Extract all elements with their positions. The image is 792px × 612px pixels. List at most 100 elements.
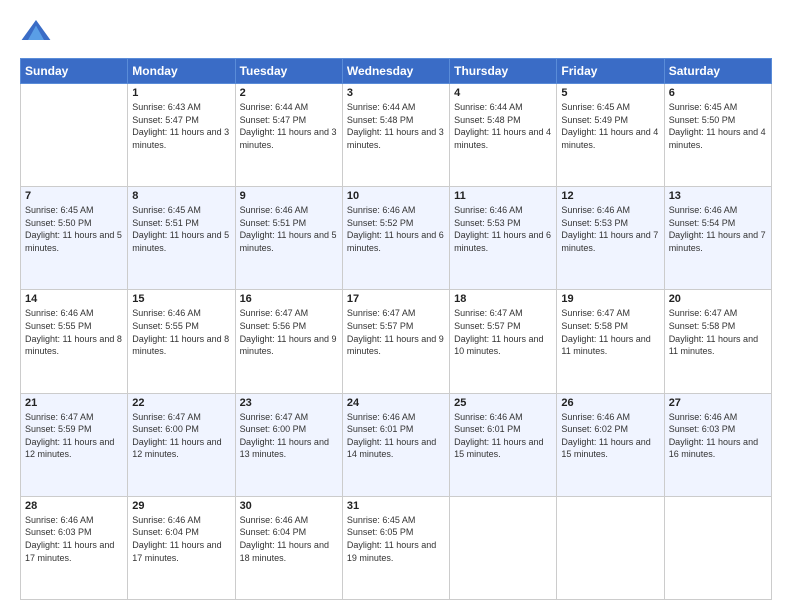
sunrise-text: Sunrise: 6:47 AM: [132, 411, 230, 424]
day-number: 28: [25, 500, 123, 512]
day-number: 27: [669, 397, 767, 409]
sunset-text: Sunset: 6:00 PM: [240, 423, 338, 436]
sunset-text: Sunset: 5:59 PM: [25, 423, 123, 436]
calendar-day-cell: 8Sunrise: 6:45 AMSunset: 5:51 PMDaylight…: [128, 187, 235, 290]
sunrise-text: Sunrise: 6:45 AM: [669, 101, 767, 114]
calendar-day-cell: 28Sunrise: 6:46 AMSunset: 6:03 PMDayligh…: [21, 496, 128, 599]
sunrise-text: Sunrise: 6:46 AM: [669, 204, 767, 217]
sunset-text: Sunset: 6:01 PM: [347, 423, 445, 436]
sunrise-text: Sunrise: 6:46 AM: [561, 204, 659, 217]
sunrise-text: Sunrise: 6:46 AM: [454, 411, 552, 424]
sunset-text: Sunset: 5:47 PM: [240, 114, 338, 127]
sunrise-text: Sunrise: 6:47 AM: [347, 307, 445, 320]
sunset-text: Sunset: 5:51 PM: [240, 217, 338, 230]
sunrise-text: Sunrise: 6:45 AM: [25, 204, 123, 217]
sunset-text: Sunset: 6:03 PM: [25, 526, 123, 539]
sunset-text: Sunset: 5:50 PM: [669, 114, 767, 127]
calendar-day-cell: 5 Sunrise: 6:45 AMSunset: 5:49 PMDaylight…: [557, 84, 664, 187]
sunrise-text: Sunrise: 6:46 AM: [347, 411, 445, 424]
daylight-text: Daylight: 11 hours and 5 minutes.: [25, 229, 123, 254]
sunrise-text: Sunrise: 6:44 AM: [454, 101, 552, 114]
sunset-text: Sunset: 5:55 PM: [132, 320, 230, 333]
sunrise-text: Sunrise: 6:46 AM: [669, 411, 767, 424]
daylight-text: Daylight: 11 hours and 17 minutes.: [25, 539, 123, 564]
day-number: 12: [561, 190, 659, 202]
calendar-day-cell: 20Sunrise: 6:47 AMSunset: 5:58 PMDayligh…: [664, 290, 771, 393]
day-number: 13: [669, 190, 767, 202]
sunrise-text: Sunrise: 6:46 AM: [132, 307, 230, 320]
daylight-text: Daylight: 11 hours and 11 minutes.: [561, 333, 659, 358]
daylight-text: Daylight: 11 hours and 11 minutes.: [669, 333, 767, 358]
day-number: 11: [454, 190, 552, 202]
day-number: 4: [454, 87, 552, 99]
sunset-text: Sunset: 5:49 PM: [561, 114, 659, 127]
sunrise-text: Sunrise: 6:47 AM: [561, 307, 659, 320]
sunrise-text: Sunrise: 6:46 AM: [132, 514, 230, 527]
sunset-text: Sunset: 5:58 PM: [669, 320, 767, 333]
day-info: Sunrise: 6:47 AMSunset: 6:00 PMDaylight:…: [240, 411, 338, 461]
daylight-text: Daylight: 11 hours and 3 minutes.: [347, 126, 445, 151]
calendar-day-cell: 29 Sunrise: 6:46 AMSunset: 6:04 PMDayligh…: [128, 496, 235, 599]
sunrise-text: Sunrise: 6:46 AM: [25, 307, 123, 320]
daylight-text: Daylight: 11 hours and 7 minutes.: [669, 229, 767, 254]
calendar-header-friday: Friday: [557, 59, 664, 84]
sunrise-text: Sunrise: 6:47 AM: [669, 307, 767, 320]
calendar-day-cell: 12 Sunrise: 6:46 AMSunset: 5:53 PMDayligh…: [557, 187, 664, 290]
calendar-day-cell: 25Sunrise: 6:46 AMSunset: 6:01 PMDayligh…: [450, 393, 557, 496]
day-info: Sunrise: 6:44 AMSunset: 5:47 PMDaylight:…: [240, 101, 338, 151]
calendar-day-cell: 17Sunrise: 6:47 AMSunset: 5:57 PMDayligh…: [342, 290, 449, 393]
sunrise-text: Sunrise: 6:47 AM: [454, 307, 552, 320]
logo-icon: [20, 16, 52, 48]
day-info: Sunrise: 6:47 AMSunset: 5:57 PMDaylight:…: [454, 307, 552, 357]
day-number: 24: [347, 397, 445, 409]
day-number: 29: [132, 500, 230, 512]
day-number: 5: [561, 87, 659, 99]
day-info: Sunrise: 6:47 AMSunset: 5:56 PMDaylight:…: [240, 307, 338, 357]
day-info: Sunrise: 6:46 AMSunset: 6:03 PMDaylight:…: [669, 411, 767, 461]
daylight-text: Daylight: 11 hours and 4 minutes.: [561, 126, 659, 151]
sunset-text: Sunset: 6:05 PM: [347, 526, 445, 539]
daylight-text: Daylight: 11 hours and 16 minutes.: [669, 436, 767, 461]
sunset-text: Sunset: 5:53 PM: [454, 217, 552, 230]
day-number: 6: [669, 87, 767, 99]
day-info: Sunrise: 6:46 AMSunset: 5:52 PMDaylight:…: [347, 204, 445, 254]
day-info: Sunrise: 6:46 AMSunset: 5:51 PMDaylight:…: [240, 204, 338, 254]
calendar-day-cell: 13 Sunrise: 6:46 AMSunset: 5:54 PMDayligh…: [664, 187, 771, 290]
calendar-day-cell: 18Sunrise: 6:47 AMSunset: 5:57 PMDayligh…: [450, 290, 557, 393]
calendar-week-row: 21Sunrise: 6:47 AMSunset: 5:59 PMDayligh…: [21, 393, 772, 496]
daylight-text: Daylight: 11 hours and 4 minutes.: [669, 126, 767, 151]
day-number: 19: [561, 293, 659, 305]
sunset-text: Sunset: 5:57 PM: [454, 320, 552, 333]
day-info: Sunrise: 6:45 AMSunset: 5:50 PMDaylight:…: [25, 204, 123, 254]
calendar-day-cell: 9Sunrise: 6:46 AMSunset: 5:51 PMDaylight…: [235, 187, 342, 290]
sunrise-text: Sunrise: 6:44 AM: [347, 101, 445, 114]
day-number: 7: [25, 190, 123, 202]
sunrise-text: Sunrise: 6:45 AM: [561, 101, 659, 114]
day-number: 17: [347, 293, 445, 305]
sunset-text: Sunset: 6:04 PM: [132, 526, 230, 539]
calendar-week-row: 28Sunrise: 6:46 AMSunset: 6:03 PMDayligh…: [21, 496, 772, 599]
sunrise-text: Sunrise: 6:47 AM: [25, 411, 123, 424]
sunset-text: Sunset: 5:56 PM: [240, 320, 338, 333]
day-info: Sunrise: 6:46 AMSunset: 5:53 PMDaylight:…: [561, 204, 659, 254]
calendar-day-cell: 26Sunrise: 6:46 AMSunset: 6:02 PMDayligh…: [557, 393, 664, 496]
day-info: Sunrise: 6:46 AMSunset: 6:04 PMDaylight:…: [240, 514, 338, 564]
sunset-text: Sunset: 6:01 PM: [454, 423, 552, 436]
day-number: 2: [240, 87, 338, 99]
day-number: 25: [454, 397, 552, 409]
day-number: 8: [132, 190, 230, 202]
logo: [20, 16, 56, 48]
sunset-text: Sunset: 6:02 PM: [561, 423, 659, 436]
day-info: Sunrise: 6:46 AMSunset: 5:54 PMDaylight:…: [669, 204, 767, 254]
sunrise-text: Sunrise: 6:46 AM: [454, 204, 552, 217]
calendar-day-cell: 22Sunrise: 6:47 AMSunset: 6:00 PMDayligh…: [128, 393, 235, 496]
calendar-day-cell: 31Sunrise: 6:45 AMSunset: 6:05 PMDayligh…: [342, 496, 449, 599]
calendar-header-saturday: Saturday: [664, 59, 771, 84]
daylight-text: Daylight: 11 hours and 17 minutes.: [132, 539, 230, 564]
day-info: Sunrise: 6:46 AMSunset: 5:55 PMDaylight:…: [25, 307, 123, 357]
day-number: 22: [132, 397, 230, 409]
day-info: Sunrise: 6:46 AMSunset: 6:04 PMDaylight:…: [132, 514, 230, 564]
sunset-text: Sunset: 5:50 PM: [25, 217, 123, 230]
calendar-day-cell: 11Sunrise: 6:46 AMSunset: 5:53 PMDayligh…: [450, 187, 557, 290]
day-info: Sunrise: 6:47 AMSunset: 5:58 PMDaylight:…: [669, 307, 767, 357]
